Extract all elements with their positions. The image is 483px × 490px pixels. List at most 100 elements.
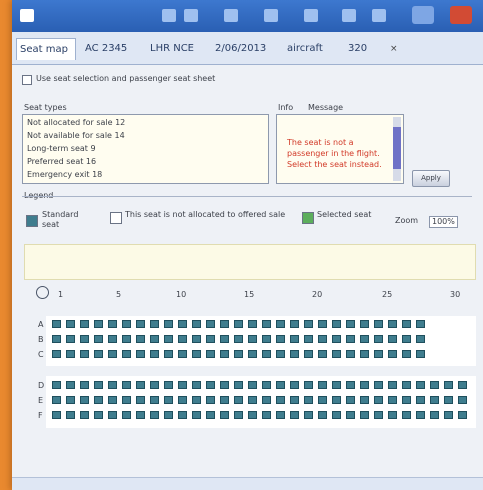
seat-cell[interactable]: [346, 320, 355, 328]
seat-cell[interactable]: [66, 396, 75, 404]
seat-cell[interactable]: [248, 320, 257, 328]
seat-cell[interactable]: [94, 381, 103, 389]
seat-cell[interactable]: [206, 350, 215, 358]
zoom-value[interactable]: 100%: [429, 216, 458, 228]
seat-cell[interactable]: [318, 320, 327, 328]
seat-cell[interactable]: [304, 320, 313, 328]
seat-cell[interactable]: [122, 335, 131, 343]
seat-cell[interactable]: [192, 350, 201, 358]
seat-cell[interactable]: [248, 335, 257, 343]
close-icon[interactable]: [450, 6, 472, 24]
seat-cell[interactable]: [374, 350, 383, 358]
seat-cell[interactable]: [164, 411, 173, 419]
seat-cell[interactable]: [80, 335, 89, 343]
seat-cell[interactable]: [136, 381, 145, 389]
seat-cell[interactable]: [248, 350, 257, 358]
seat-cell[interactable]: [276, 396, 285, 404]
seat-cell[interactable]: [94, 396, 103, 404]
seat-cell[interactable]: [136, 411, 145, 419]
seat-cell[interactable]: [122, 411, 131, 419]
seat-cell[interactable]: [444, 381, 453, 389]
seat-cell[interactable]: [192, 411, 201, 419]
seat-cell[interactable]: [276, 335, 285, 343]
seat-cell[interactable]: [444, 396, 453, 404]
seat-cell[interactable]: [360, 320, 369, 328]
seat-cell[interactable]: [150, 411, 159, 419]
seat-cell[interactable]: [416, 335, 425, 343]
seat-cell[interactable]: [150, 335, 159, 343]
tab-close-icon[interactable]: ×: [390, 44, 398, 54]
seat-cell[interactable]: [122, 396, 131, 404]
seat-cell[interactable]: [220, 396, 229, 404]
minimize-icon[interactable]: [412, 6, 434, 24]
seat-cell[interactable]: [388, 411, 397, 419]
seat-cell[interactable]: [290, 350, 299, 358]
seat-cell[interactable]: [318, 335, 327, 343]
seat-cell[interactable]: [318, 381, 327, 389]
seat-cell[interactable]: [262, 396, 271, 404]
list-item[interactable]: Long-term seat 9: [27, 144, 96, 153]
tab-seat-map[interactable]: Seat map: [16, 38, 76, 60]
seat-cell[interactable]: [66, 411, 75, 419]
seat-cell[interactable]: [430, 411, 439, 419]
seat-cell[interactable]: [374, 411, 383, 419]
seat-cell[interactable]: [388, 381, 397, 389]
seat-cell[interactable]: [206, 381, 215, 389]
seat-cell[interactable]: [332, 335, 341, 343]
seat-cell[interactable]: [304, 381, 313, 389]
seat-cell[interactable]: [276, 350, 285, 358]
seat-cell[interactable]: [304, 350, 313, 358]
seat-cell[interactable]: [66, 381, 75, 389]
list-item[interactable]: Not available for sale 14: [27, 131, 125, 140]
seat-cell[interactable]: [66, 335, 75, 343]
seat-cell[interactable]: [304, 411, 313, 419]
seat-cell[interactable]: [416, 396, 425, 404]
seat-cell[interactable]: [360, 381, 369, 389]
seat-cell[interactable]: [122, 350, 131, 358]
seat-cell[interactable]: [94, 320, 103, 328]
seat-cell[interactable]: [234, 396, 243, 404]
seat-cell[interactable]: [164, 381, 173, 389]
seat-cell[interactable]: [318, 396, 327, 404]
seat-cell[interactable]: [150, 320, 159, 328]
seat-cell[interactable]: [136, 320, 145, 328]
tab-flight[interactable]: AC 2345: [82, 38, 140, 60]
seat-cell[interactable]: [234, 411, 243, 419]
seat-cell[interactable]: [108, 411, 117, 419]
seat-cell[interactable]: [108, 350, 117, 358]
apply-button[interactable]: Apply: [412, 170, 450, 187]
seat-cell[interactable]: [122, 320, 131, 328]
seat-cell[interactable]: [234, 350, 243, 358]
seat-cell[interactable]: [80, 381, 89, 389]
print-icon[interactable]: [184, 9, 198, 22]
seat-cell[interactable]: [206, 396, 215, 404]
seat-cell[interactable]: [290, 335, 299, 343]
seat-cell[interactable]: [374, 335, 383, 343]
seat-cell[interactable]: [94, 350, 103, 358]
seat-cell[interactable]: [416, 350, 425, 358]
seat-cell[interactable]: [388, 320, 397, 328]
seat-cell[interactable]: [164, 350, 173, 358]
seat-cell[interactable]: [234, 320, 243, 328]
tab-aircraft[interactable]: aircraft: [284, 38, 338, 60]
refresh-icon[interactable]: [342, 9, 356, 22]
seat-cell[interactable]: [108, 381, 117, 389]
seat-cell[interactable]: [178, 320, 187, 328]
seat-cell[interactable]: [416, 320, 425, 328]
option-checkbox[interactable]: [22, 75, 32, 85]
seat-cell[interactable]: [248, 396, 257, 404]
seat-cell[interactable]: [52, 320, 61, 328]
seat-cell[interactable]: [220, 335, 229, 343]
seat-cell[interactable]: [346, 335, 355, 343]
seat-cell[interactable]: [164, 320, 173, 328]
seat-cell[interactable]: [178, 350, 187, 358]
seat-cell[interactable]: [290, 381, 299, 389]
seat-cell[interactable]: [136, 350, 145, 358]
seat-cell[interactable]: [360, 350, 369, 358]
seat-cell[interactable]: [234, 381, 243, 389]
tab-route[interactable]: LHR NCE: [147, 38, 205, 60]
seat-cell[interactable]: [52, 411, 61, 419]
seat-cell[interactable]: [360, 396, 369, 404]
seat-cell[interactable]: [276, 381, 285, 389]
seat-cell[interactable]: [262, 381, 271, 389]
